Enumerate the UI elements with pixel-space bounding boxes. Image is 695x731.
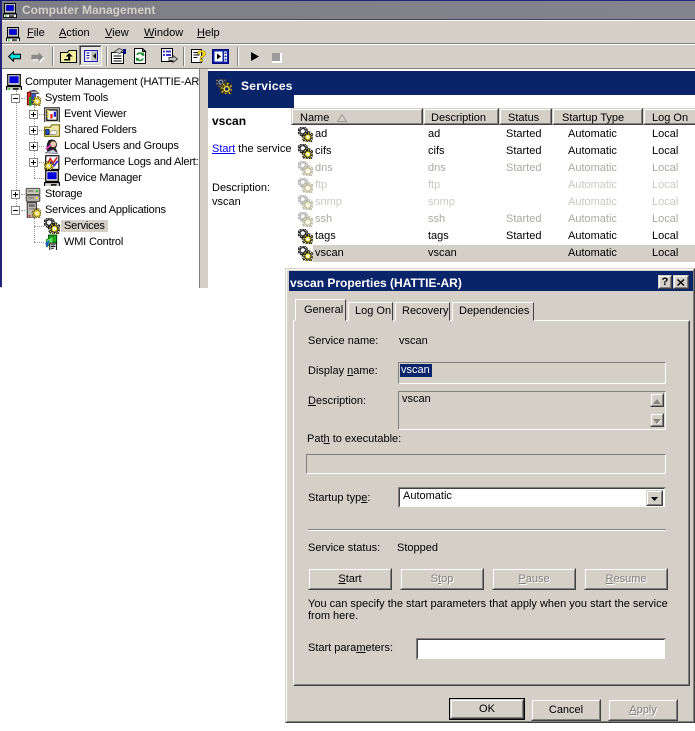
- svg-text:?: ?: [197, 49, 207, 66]
